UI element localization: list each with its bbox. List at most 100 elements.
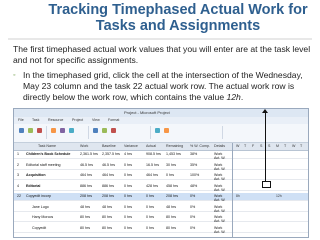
baseline-cell[interactable]: 886 hrs bbox=[102, 184, 114, 188]
actual-cell[interactable]: 0 hrs bbox=[146, 215, 154, 219]
notes-icon[interactable] bbox=[164, 128, 169, 133]
timephased-row[interactable] bbox=[233, 151, 308, 159]
ribbon-tab-task[interactable]: Task bbox=[32, 118, 39, 122]
task-row[interactable]: Jane Lugo 48 hrs 48 hrs 0 hrs 0 hrs 48 hrs 0% W… bbox=[14, 204, 232, 213]
actual-cell[interactable]: 0 hrs bbox=[146, 205, 154, 209]
pct-cell[interactable]: 38% bbox=[190, 152, 197, 156]
baseline-cell[interactable]: 2,357.5 hrs bbox=[102, 152, 120, 156]
task-name-cell[interactable]: Editorial staff meeting bbox=[26, 163, 61, 167]
task-name-cell[interactable]: Children's Book Schedule bbox=[26, 152, 70, 156]
target-cell-marker[interactable] bbox=[262, 181, 271, 188]
ribbon-tab-project[interactable]: Project bbox=[72, 118, 83, 122]
paste-icon[interactable] bbox=[51, 128, 56, 133]
work-cell[interactable]: 48 hrs bbox=[80, 205, 90, 209]
column-header-baseline[interactable]: Baseline bbox=[102, 144, 116, 148]
milestone-icon[interactable] bbox=[111, 128, 116, 133]
remaining-cell[interactable]: 208 hrs bbox=[166, 194, 178, 198]
timephased-row[interactable] bbox=[233, 225, 308, 233]
variance-cell[interactable]: 0 hrs bbox=[124, 163, 132, 167]
variance-cell[interactable]: 0 hrs bbox=[124, 184, 132, 188]
column-header-remaining[interactable]: Remaining bbox=[166, 144, 183, 148]
timephased-row[interactable] bbox=[233, 162, 308, 170]
ribbon-tab-view[interactable]: View bbox=[92, 118, 100, 122]
work-value-cell[interactable]: 8h bbox=[236, 194, 240, 198]
pct-cell[interactable]: 0% bbox=[190, 226, 195, 230]
work-cell[interactable]: 886 hrs bbox=[80, 184, 92, 188]
pct-cell[interactable]: 35% bbox=[190, 163, 197, 167]
variance-cell[interactable]: 0 hrs bbox=[124, 226, 132, 230]
task-name-cell[interactable]: Copyedit bbox=[32, 226, 46, 230]
ribbon-tab-resource[interactable]: Resource bbox=[48, 118, 63, 122]
work-cell[interactable]: 80 hrs bbox=[80, 215, 90, 219]
variance-cell[interactable]: 0 hrs bbox=[124, 215, 132, 219]
baseline-cell[interactable]: 208 hrs bbox=[102, 194, 114, 198]
calendar-icon[interactable] bbox=[37, 128, 42, 133]
remaining-cell[interactable]: 80 hrs bbox=[166, 226, 176, 230]
pct-cell[interactable]: 0% bbox=[190, 215, 195, 219]
actual-cell[interactable]: 0 hrs bbox=[146, 226, 154, 230]
pct-cell[interactable]: 100% bbox=[190, 173, 199, 177]
column-header-task-name[interactable]: Task Name bbox=[38, 144, 56, 148]
timephased-row[interactable] bbox=[233, 172, 308, 180]
timephased-row[interactable] bbox=[233, 193, 308, 201]
remaining-cell[interactable]: 80 hrs bbox=[166, 215, 176, 219]
task-row[interactable]: 1 Children's Book Schedule 2,361.5 hrs 2,35… bbox=[14, 151, 232, 160]
baseline-cell[interactable]: 48 hrs bbox=[102, 205, 112, 209]
variance-cell[interactable]: 4 hrs bbox=[124, 152, 132, 156]
timephased-row[interactable] bbox=[233, 204, 308, 212]
pct-cell[interactable]: 48% bbox=[190, 184, 197, 188]
pct-cell[interactable]: 0% bbox=[190, 194, 195, 198]
gantt-chart-icon[interactable] bbox=[19, 128, 24, 133]
baseline-cell[interactable]: 464 hrs bbox=[102, 173, 114, 177]
variance-cell[interactable]: 0 hrs bbox=[124, 205, 132, 209]
actual-cell[interactable]: 0 hrs bbox=[146, 194, 154, 198]
variance-cell[interactable]: 0 hrs bbox=[124, 194, 132, 198]
task-usage-icon[interactable] bbox=[28, 128, 33, 133]
column-header-work[interactable]: Work bbox=[80, 144, 88, 148]
task-row[interactable]: 4 Editorial 886 hrs 886 hrs 0 hrs 428 hrs 458 … bbox=[14, 183, 232, 192]
ribbon-tab-format[interactable]: Format bbox=[108, 118, 119, 122]
actual-cell[interactable]: 428 hrs bbox=[146, 184, 158, 188]
remaining-cell[interactable]: 1,453 hrs bbox=[166, 152, 181, 156]
timephased-row[interactable] bbox=[233, 214, 308, 222]
task-name-cell[interactable]: Acquisition bbox=[26, 173, 46, 177]
baseline-cell[interactable]: 80 hrs bbox=[102, 215, 112, 219]
actual-cell[interactable]: 464 hrs bbox=[146, 173, 158, 177]
ribbon-tab-file[interactable]: File bbox=[18, 118, 24, 122]
variance-cell[interactable]: 0 hrs bbox=[124, 173, 132, 177]
column-header-details[interactable]: Details bbox=[214, 144, 225, 148]
task-name-cell[interactable]: Editorial bbox=[26, 184, 40, 188]
task-row[interactable]: Copyedit 80 hrs 80 hrs 0 hrs 0 hrs 80 hrs 0% Wo… bbox=[14, 225, 232, 234]
task-row[interactable]: 2 Editorial staff meeting 46.5 hrs 46.5 hrs… bbox=[14, 162, 232, 171]
baseline-cell[interactable]: 46.5 hrs bbox=[102, 163, 115, 167]
task-name-cell[interactable]: Hany Morcos bbox=[32, 215, 53, 219]
work-cell[interactable]: 80 hrs bbox=[80, 226, 90, 230]
timephased-row[interactable] bbox=[233, 183, 308, 191]
actual-cell[interactable]: 908.5 hrs bbox=[146, 152, 161, 156]
task-name-cell[interactable]: Copyedit incorp bbox=[26, 194, 51, 198]
work-value-cell[interactable]: 12h bbox=[276, 194, 282, 198]
work-cell[interactable]: 208 hrs bbox=[80, 194, 92, 198]
column-header-pct-work-complete[interactable]: % W. Comp. bbox=[190, 144, 210, 148]
work-cell[interactable]: 46.5 hrs bbox=[80, 163, 93, 167]
column-header-variance[interactable]: Variance bbox=[124, 144, 138, 148]
summary-icon[interactable] bbox=[102, 128, 107, 133]
task-row[interactable]: 3 Acquisition 464 hrs 464 hrs 0 hrs 464 hrs 0 … bbox=[14, 172, 232, 181]
remaining-cell[interactable]: 30 hrs bbox=[166, 163, 176, 167]
information-icon[interactable] bbox=[155, 128, 160, 133]
format-icon[interactable] bbox=[60, 128, 65, 133]
column-header-actual[interactable]: Actual bbox=[146, 144, 156, 148]
actual-cell[interactable]: 16.5 hrs bbox=[146, 163, 159, 167]
task-row[interactable]: 22 Copyedit incorp 208 hrs 208 hrs 0 hrs 0 hr… bbox=[14, 193, 232, 202]
task-name-cell[interactable]: Jane Lugo bbox=[32, 205, 49, 209]
schedule-icon[interactable] bbox=[69, 128, 74, 133]
remaining-cell[interactable]: 48 hrs bbox=[166, 205, 176, 209]
work-cell[interactable]: 2,361.5 hrs bbox=[80, 152, 98, 156]
remaining-cell[interactable]: 0 hrs bbox=[166, 173, 174, 177]
pct-cell[interactable]: 0% bbox=[190, 205, 195, 209]
work-cell[interactable]: 464 hrs bbox=[80, 173, 92, 177]
task-icon[interactable] bbox=[93, 128, 98, 133]
task-row[interactable]: Hany Morcos 80 hrs 80 hrs 0 hrs 0 hrs 80 hrs 0… bbox=[14, 214, 232, 223]
remaining-cell[interactable]: 458 hrs bbox=[166, 184, 178, 188]
baseline-cell[interactable]: 80 hrs bbox=[102, 226, 112, 230]
